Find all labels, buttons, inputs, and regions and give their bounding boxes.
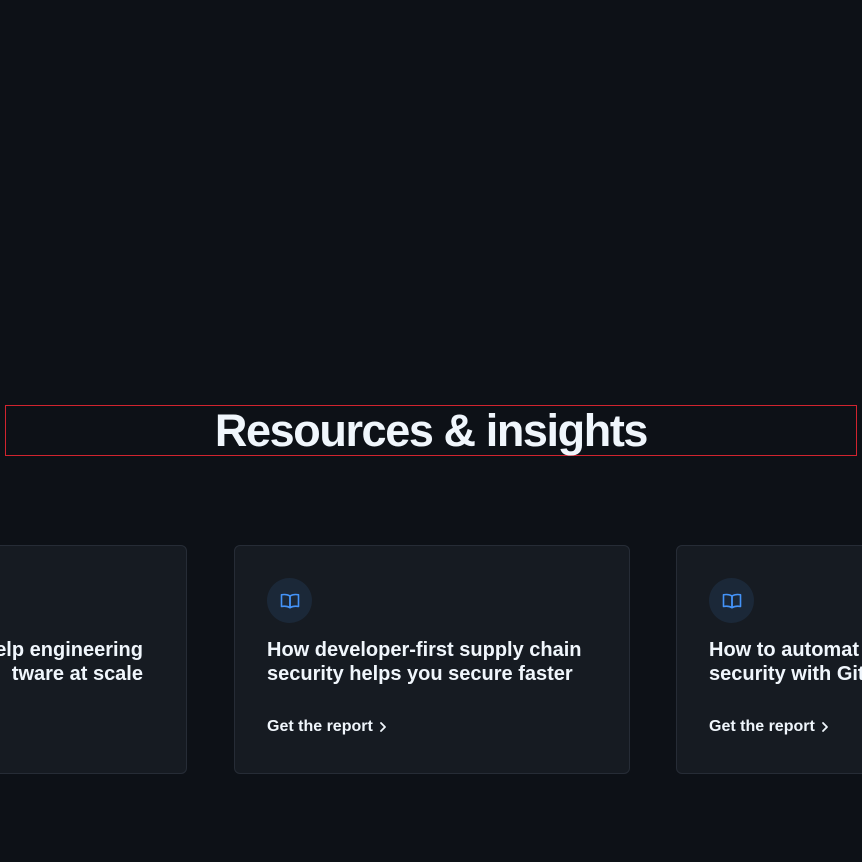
card-title: How developer-first supply chain securit… [267, 638, 607, 686]
get-report-link[interactable]: Get the report [267, 718, 387, 736]
resources-carousel: elp engineering tware at scale How devel… [0, 545, 862, 775]
card-title: How to automat security with Git [709, 638, 862, 686]
card-title-line: elp engineering [0, 639, 143, 661]
chevron-right-icon [821, 721, 829, 733]
section-heading-container: Resources & insights [5, 405, 857, 456]
resource-card[interactable]: elp engineering tware at scale [0, 545, 187, 774]
chevron-right-icon [379, 721, 387, 733]
card-title-line: How to automat [709, 639, 859, 661]
get-report-label: Get the report [709, 718, 815, 735]
get-report-link[interactable]: Get the report [709, 718, 829, 736]
card-title: elp engineering tware at scale [0, 638, 143, 686]
card-title-line: security with Git [709, 663, 862, 685]
section-heading: Resources & insights [214, 405, 649, 456]
book-icon [267, 578, 312, 623]
resource-card[interactable]: How to automat security with Git Get the… [676, 545, 862, 774]
book-icon [709, 578, 754, 623]
card-title-line: tware at scale [11, 663, 143, 685]
resource-card[interactable]: How developer-first supply chain securit… [234, 545, 630, 774]
card-title-line: security helps you secure faster [267, 663, 573, 685]
get-report-label: Get the report [267, 718, 373, 735]
card-title-line: How developer-first supply chain [267, 639, 582, 661]
